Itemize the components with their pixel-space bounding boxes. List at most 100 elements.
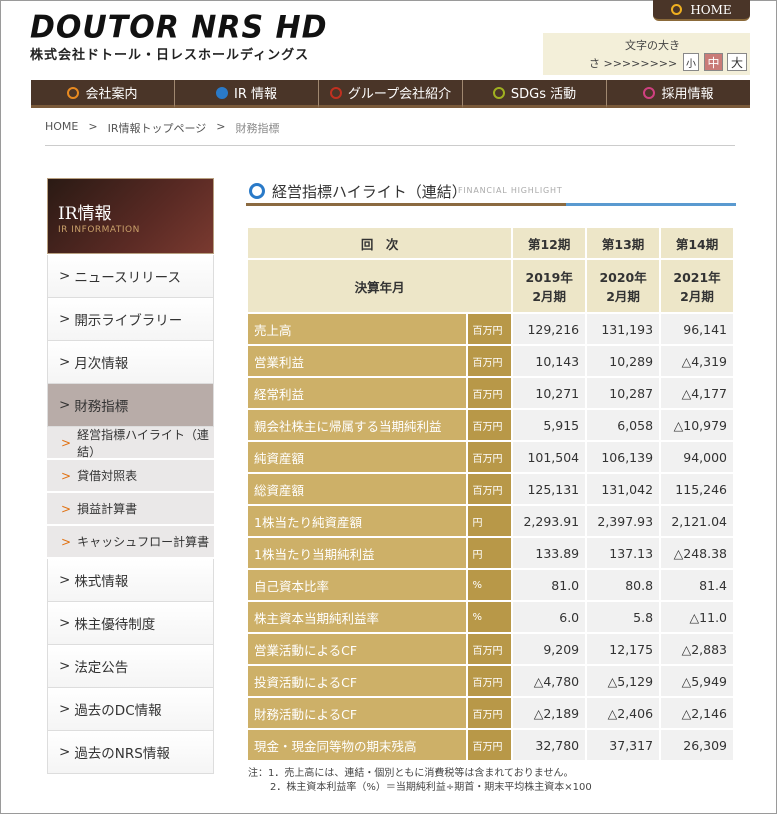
ring-icon — [329, 86, 342, 99]
breadcrumb-ir-top[interactable]: IR情報トップページ — [108, 120, 207, 136]
row-label: 親会社株主に帰属する当期純利益 — [248, 410, 467, 440]
font-size-small-button[interactable]: 小 — [683, 53, 699, 71]
font-size-medium-button[interactable]: 中 — [704, 53, 723, 71]
table-row: 財務活動によるCF 百万円 △2,189 △2,406 △2,146 — [248, 698, 733, 728]
row-unit: 百万円 — [468, 666, 512, 696]
header-year-line: 2021年 — [673, 270, 721, 285]
row-value: 81.4 — [661, 570, 733, 600]
nav-label: グループ会社紹介 — [347, 87, 452, 102]
row-value: 115,246 — [661, 474, 733, 504]
table-row: 総資産額 百万円 125,131 131,042 115,246 — [248, 474, 733, 504]
table-row: 投資活動によるCF 百万円 △4,780 △5,129 △5,949 — [248, 666, 733, 696]
font-size-prefix: さ >>>>>>>> — [589, 57, 678, 70]
sidebar-item-library[interactable]: > 開示ライブラリー — [47, 298, 214, 341]
table-row: 純資産額 百万円 101,504 106,139 94,000 — [248, 442, 733, 472]
nav-label: 会社案内 — [85, 87, 138, 102]
sidebar-subitem-highlight[interactable]: > 経営指標ハイライト（連結） — [47, 427, 214, 460]
row-value: 81.0 — [513, 570, 586, 600]
home-button[interactable]: HOME — [653, 0, 750, 21]
company-name: 株式会社ドトール・日レスホールディングス — [30, 48, 310, 63]
sidebar-item-benefits[interactable]: > 株主優待制度 — [47, 602, 214, 645]
sidebar-subitem-income[interactable]: > 損益計算書 — [47, 493, 214, 526]
nav-group[interactable]: グループ会社紹介 — [319, 80, 463, 108]
section-heading: 経営指標ハイライト（連結） FINANCIAL HIGHLIGHT — [246, 180, 736, 206]
nav-label: 採用情報 — [661, 87, 714, 102]
section-underline — [246, 203, 566, 206]
row-value: 5.8 — [587, 602, 660, 632]
sidebar-item-label: 開示ライブラリー — [74, 313, 183, 329]
header-year-line: 2月期 — [606, 289, 640, 304]
caret-icon: > — [59, 268, 71, 284]
row-label: 1株当たり純資産額 — [248, 506, 467, 536]
sidebar-item-dc[interactable]: > 過去のDC情報 — [47, 688, 214, 731]
sidebar-item-nrs[interactable]: > 過去のNRS情報 — [47, 731, 214, 774]
row-value: 37,317 — [587, 730, 660, 760]
caret-icon: > — [61, 468, 72, 483]
caret-icon: > — [59, 311, 71, 327]
header-period: 第14期 — [661, 228, 733, 258]
row-value: 94,000 — [661, 442, 733, 472]
sidebar-item-label: 財務指標 — [74, 399, 129, 415]
row-value: 10,143 — [513, 346, 586, 376]
sidebar-item-financial[interactable]: > 財務指標 — [47, 384, 214, 427]
nav-company[interactable]: 会社案内 — [31, 80, 175, 108]
header-period: 第12期 — [513, 228, 586, 258]
row-label: 売上高 — [248, 314, 467, 344]
table-row: 営業利益 百万円 10,143 10,289 △4,319 — [248, 346, 733, 376]
nav-label: IR 情報 — [234, 87, 277, 102]
caret-icon: > — [59, 397, 71, 413]
row-label: 営業利益 — [248, 346, 467, 376]
row-value: 10,287 — [587, 378, 660, 408]
header-year: 2021年 2月期 — [661, 260, 733, 312]
row-unit: 百万円 — [468, 634, 512, 664]
row-unit: 円 — [468, 506, 512, 536]
table-row: 営業活動によるCF 百万円 9,209 12,175 △2,883 — [248, 634, 733, 664]
caret-icon: > — [59, 744, 71, 760]
ring-icon — [67, 86, 80, 99]
caret-icon: > — [59, 572, 71, 588]
sidebar-item-label: 株式情報 — [74, 574, 129, 590]
ring-icon — [249, 183, 265, 199]
note-line: 注：1．売上高には、連結・個別ともに消費税等は含まれておりません。 — [248, 768, 574, 779]
nav-ir[interactable]: IR 情報 — [175, 80, 319, 108]
sidebar-menu: > ニュースリリース > 開示ライブラリー > 月次情報 > 財務指標 > 経営指標ハイラ… — [47, 255, 214, 774]
nav-recruit[interactable]: 採用情報 — [607, 80, 750, 108]
row-label: 現金・現金同等物の期末残高 — [248, 730, 467, 760]
table-row: 現金・現金同等物の期末残高 百万円 32,780 37,317 26,309 — [248, 730, 733, 760]
sidebar-item-news[interactable]: > ニュースリリース — [47, 255, 214, 298]
font-size-large-button[interactable]: 大 — [727, 53, 747, 71]
row-unit: 百万円 — [468, 474, 512, 504]
row-value: △2,146 — [661, 698, 733, 728]
row-label: 純資産額 — [248, 442, 467, 472]
sidebar-subitem-cashflow[interactable]: > キャッシュフロー計算書 — [47, 526, 214, 559]
row-label: 投資活動によるCF — [248, 666, 467, 696]
sidebar-subitem-balance[interactable]: > 貸借対照表 — [47, 460, 214, 493]
breadcrumb: HOME > IR情報トップページ > 財務指標 — [45, 120, 279, 136]
table-row: 株主資本当期純利益率% 6.0 5.8 △11.0 — [248, 602, 733, 632]
header-year: 2019年 2月期 — [513, 260, 586, 312]
breadcrumb-home[interactable]: HOME — [45, 120, 78, 136]
sidebar-item-stock[interactable]: > 株式情報 — [47, 559, 214, 602]
row-value: △2,189 — [513, 698, 586, 728]
header-period: 第13期 — [587, 228, 660, 258]
nav-sdgs[interactable]: SDGs 活動 — [463, 80, 607, 108]
sidebar-item-monthly[interactable]: > 月次情報 — [47, 341, 214, 384]
row-value: 131,193 — [587, 314, 660, 344]
sidebar-item-notice[interactable]: > 法定公告 — [47, 645, 214, 688]
row-value: △5,949 — [661, 666, 733, 696]
home-button-label: HOME — [690, 2, 732, 17]
header-year-line: 2月期 — [680, 289, 714, 304]
row-value: 96,141 — [661, 314, 733, 344]
table-row: 親会社株主に帰属する当期純利益 百万円 5,915 6,058 △10,979 — [248, 410, 733, 440]
sidebar-subitem-label: 損益計算書 — [77, 502, 138, 516]
row-value: 26,309 — [661, 730, 733, 760]
row-value: 137.13 — [587, 538, 660, 568]
section-subtitle: FINANCIAL HIGHLIGHT — [458, 186, 563, 195]
row-unit: 百万円 — [468, 378, 512, 408]
sidebar-subitem-label: 貸借対照表 — [77, 469, 138, 483]
ring-icon — [643, 86, 656, 99]
caret-icon: > — [61, 435, 72, 450]
company-logo[interactable]: DOUTOR NRS HD — [30, 9, 328, 46]
sidebar-item-label: 過去のNRS情報 — [74, 746, 170, 762]
sidebar-header: IR情報 IR INFORMATION — [47, 178, 214, 254]
